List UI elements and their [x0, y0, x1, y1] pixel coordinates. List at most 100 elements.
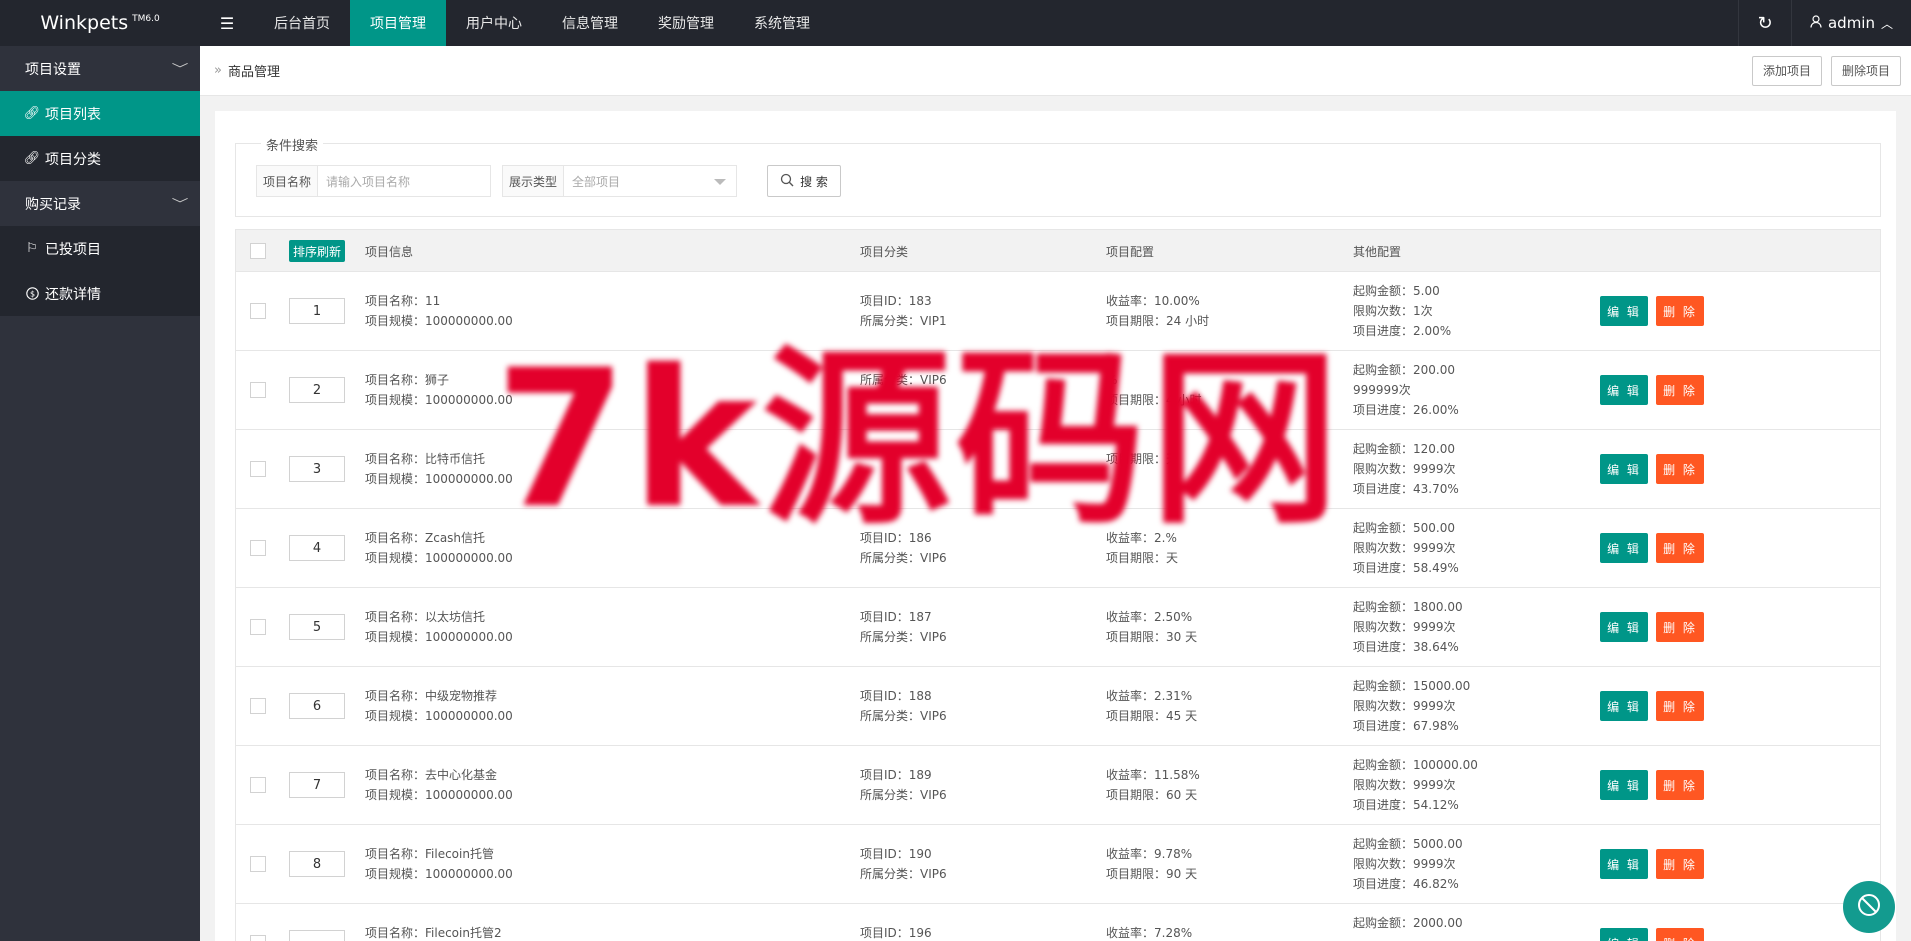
row-checkbox[interactable] [250, 856, 266, 872]
delete-button[interactable]: 删 除 [1656, 296, 1704, 326]
sort-input[interactable] [289, 930, 345, 941]
table-header: 排序刷新 项目信息 项目分类 项目配置 其他配置 [235, 229, 1881, 272]
search-button[interactable]: 搜 索 [767, 165, 841, 197]
table-row: 8 项目名称：Filecoin托管 项目规模：100000000.00 项目ID：19… [235, 825, 1881, 904]
cell-line: 项目名称：狮子 [365, 373, 450, 387]
cell-line: 起购金额：120.00 [1353, 442, 1455, 456]
row-checkbox[interactable] [250, 540, 266, 556]
sidebar-group-purchase-records[interactable]: 购买记录 ﹀ [0, 181, 200, 226]
delete-button[interactable]: 删 除 [1656, 849, 1704, 879]
breadcrumb: » 商品管理 添加项目 删除项目 [200, 46, 1911, 96]
table-row: 6 项目名称：中级宠物推荐 项目规模：100000000.00 项目ID：188 所属分… [235, 667, 1881, 746]
nav-item-home[interactable]: 后台首页 [254, 0, 350, 46]
table-row: 4 项目名称：Zcash信托 项目规模：100000000.00 项目ID：186 所属… [235, 509, 1881, 588]
delete-button[interactable]: 删 除 [1656, 454, 1704, 484]
cell-line: 项目期限：90 天 [1106, 867, 1198, 881]
nav-item-projects[interactable]: 项目管理 [350, 0, 446, 46]
nav-item-info[interactable]: 信息管理 [542, 0, 638, 46]
cell-info: 项目名称：Filecoin托管 项目规模：100000000.00 [365, 844, 513, 884]
search-type-label: 展示类型 [503, 166, 565, 196]
delete-project-button[interactable]: 删除项目 [1830, 55, 1901, 86]
cell-line: 项目ID：187 [860, 610, 932, 624]
cell-other: 起购金额：1800.00 限购次数：9999次 项目进度：38.64% [1353, 597, 1463, 657]
user-menu[interactable]: admin ︿ [1792, 0, 1911, 46]
refresh-icon[interactable]: ↻ [1737, 0, 1792, 46]
add-project-button[interactable]: 添加项目 [1751, 55, 1822, 86]
cell-category: 项目ID：189 所属分类：VIP6 [860, 765, 947, 805]
nav-item-users[interactable]: 用户中心 [446, 0, 542, 46]
delete-button[interactable]: 删 除 [1656, 770, 1704, 800]
sidebar-item-invested-projects[interactable]: ⚐ 已投项目 [0, 226, 200, 271]
menu-toggle-icon[interactable]: ☰ [200, 0, 254, 46]
nav-item-rewards[interactable]: 奖励管理 [638, 0, 734, 46]
cell-line: 999999次 [1353, 383, 1411, 397]
nav-item-system[interactable]: 系统管理 [734, 0, 830, 46]
cell-config: % 项目期限：4 小时 [1106, 370, 1201, 410]
sidebar-item-label: 项目分类 [45, 151, 101, 168]
cell-info: 项目名称：狮子 项目规模：100000000.00 [365, 370, 513, 410]
sort-input[interactable]: 8 [289, 851, 345, 877]
cell-line: 项目规模：100000000.00 [365, 314, 513, 328]
cell-line: 项目期限：天 [1106, 452, 1179, 466]
cell-other: 起购金额：5.00 限购次数：1次 项目进度：2.00% [1353, 281, 1451, 341]
row-checkbox[interactable] [250, 303, 266, 319]
delete-button[interactable]: 删 除 [1656, 375, 1704, 405]
cell-line: 项目进度：43.70% [1353, 482, 1459, 496]
chevron-up-icon: ︿ [1880, 16, 1893, 31]
edit-button[interactable]: 编 辑 [1600, 533, 1648, 563]
cell-line: 起购金额：500.00 [1353, 521, 1455, 535]
edit-button[interactable]: 编 辑 [1600, 454, 1648, 484]
sort-input[interactable]: 3 [289, 456, 345, 482]
delete-button[interactable]: 删 除 [1656, 612, 1704, 642]
edit-button[interactable]: 编 辑 [1600, 770, 1648, 800]
cell-line: 项目名称：11 [365, 294, 441, 308]
sort-input[interactable]: 7 [289, 772, 345, 798]
cell-line: 项目期限：24 小时 [1106, 314, 1210, 328]
search-name-input[interactable]: 请输入项目名称 [318, 173, 410, 190]
cell-line: 收益率：9.78% [1106, 847, 1193, 861]
sidebar-item-project-list[interactable]: 🔗︎ 项目列表 [0, 91, 200, 136]
delete-button[interactable]: 删 除 [1656, 533, 1704, 563]
helper-fab[interactable] [1843, 881, 1895, 933]
sidebar-item-repayment-details[interactable]: $ 还款详情 [0, 271, 200, 316]
delete-button[interactable]: 删 除 [1656, 928, 1704, 941]
row-checkbox[interactable] [250, 619, 266, 635]
table-row: 7 项目名称：去中心化基金 项目规模：100000000.00 项目ID：189 所属分… [235, 746, 1881, 825]
row-checkbox[interactable] [250, 382, 266, 398]
edit-button[interactable]: 编 辑 [1600, 691, 1648, 721]
sidebar-group-label: 购买记录 [25, 196, 81, 213]
row-checkbox[interactable] [250, 461, 266, 477]
cell-line: 项目规模：100000000.00 [365, 788, 513, 802]
row-checkbox[interactable] [250, 698, 266, 714]
sort-input[interactable]: 2 [289, 377, 345, 403]
sort-input[interactable]: 6 [289, 693, 345, 719]
edit-button[interactable]: 编 辑 [1600, 612, 1648, 642]
cell-line: 限购次数：9999次 [1353, 462, 1456, 476]
sort-input[interactable]: 5 [289, 614, 345, 640]
cell-line: 项目进度：2.00% [1353, 324, 1452, 338]
cell-line: 收益率：2.50% [1106, 610, 1193, 624]
sidebar-item-project-category[interactable]: 🔗︎ 项目分类 [0, 136, 200, 181]
svg-text:$: $ [29, 290, 34, 299]
edit-button[interactable]: 编 辑 [1600, 928, 1648, 941]
table-row: 5 项目名称：以太坊信托 项目规模：100000000.00 项目ID：187 所属分类… [235, 588, 1881, 667]
sort-input[interactable]: 1 [289, 298, 345, 324]
app-logo[interactable]: Winkpets TM6.0 [0, 0, 200, 46]
select-all-checkbox[interactable] [250, 243, 266, 259]
delete-button[interactable]: 删 除 [1656, 691, 1704, 721]
cell-line: 收益率：2.31% [1106, 689, 1193, 703]
flag-icon: ⚐ [26, 241, 38, 256]
sort-input[interactable]: 4 [289, 535, 345, 561]
edit-button[interactable]: 编 辑 [1600, 375, 1648, 405]
edit-button[interactable]: 编 辑 [1600, 849, 1648, 879]
search-name-label: 项目名称 [257, 166, 319, 196]
search-type-select[interactable]: 全部项目 [564, 173, 620, 190]
cell-line: 所属分类：VIP1 [860, 314, 947, 328]
row-checkbox[interactable] [250, 777, 266, 793]
sort-refresh-button[interactable]: 排序刷新 [289, 240, 346, 262]
cell-other: 起购金额：120.00 限购次数：9999次 项目进度：43.70% [1353, 439, 1459, 499]
row-checkbox[interactable] [250, 935, 266, 941]
sidebar-group-project-settings[interactable]: 项目设置 ﹀ [0, 46, 200, 91]
cell-line: 项目名称：Zcash信托 [365, 531, 486, 545]
edit-button[interactable]: 编 辑 [1600, 296, 1648, 326]
